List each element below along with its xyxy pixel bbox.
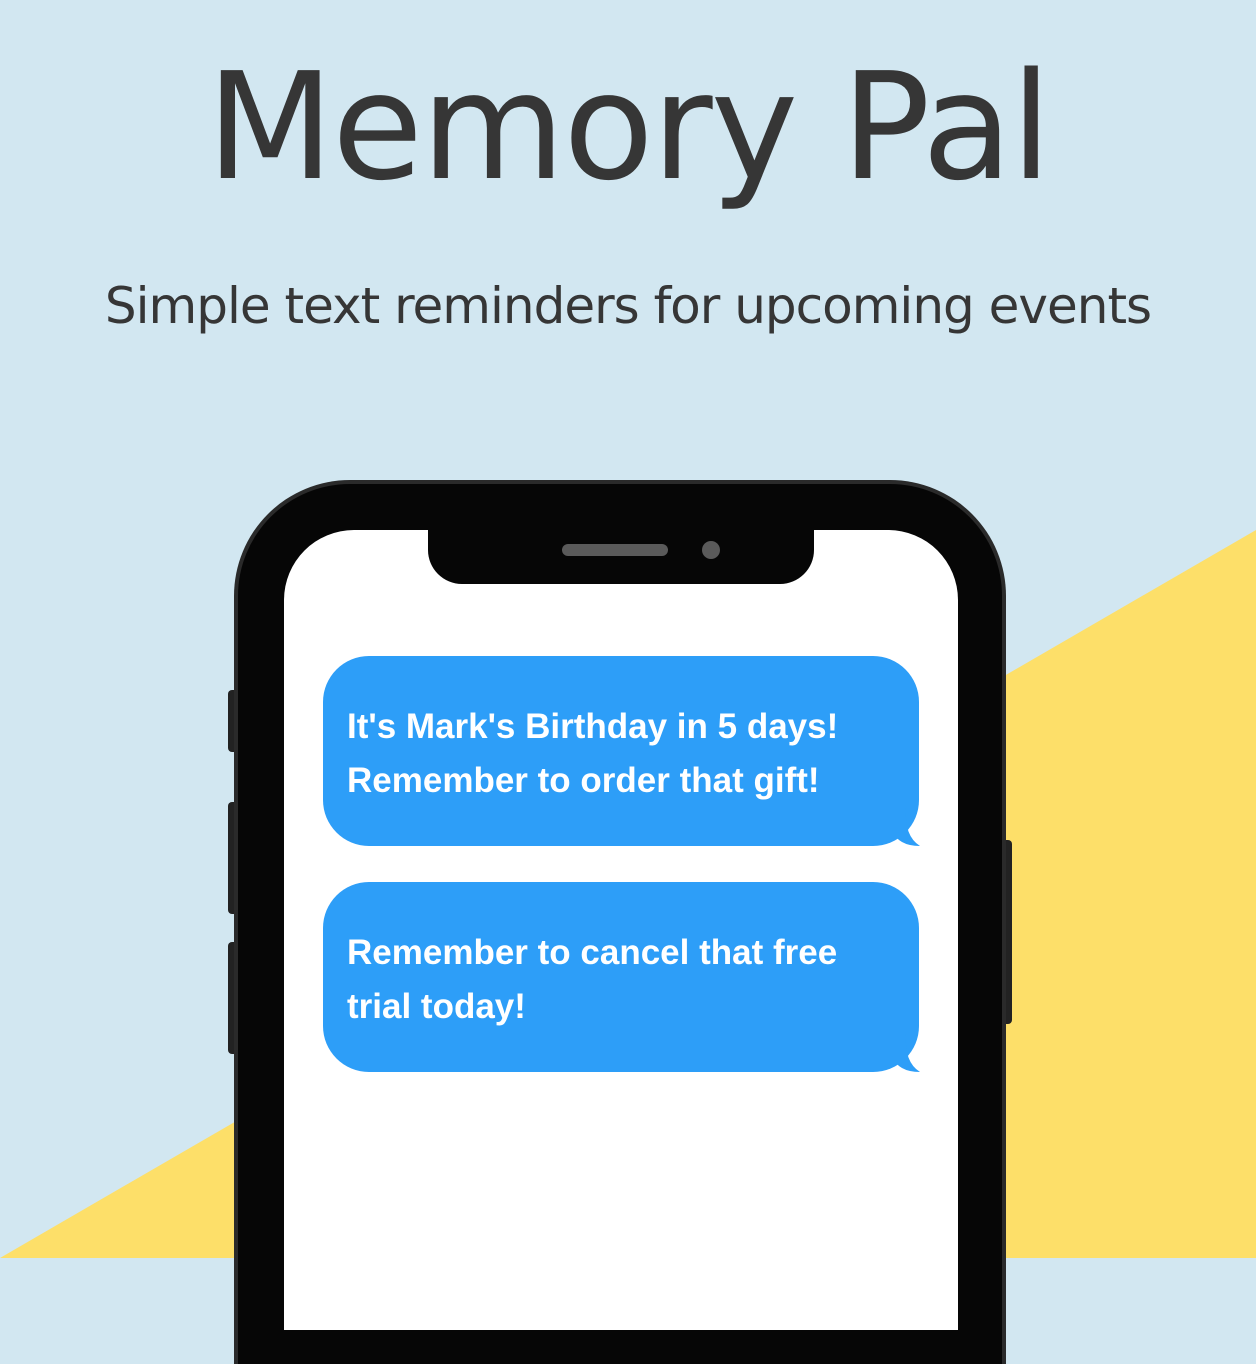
app-title: Memory Pal [206, 41, 1051, 213]
message-bubble[interactable]: Remember to cancel that free trial today… [323, 882, 919, 1072]
message-text: It's Mark's Birthday in 5 days! Remember… [347, 707, 839, 800]
message-bubble-tail [892, 1034, 920, 1072]
front-camera [702, 541, 720, 559]
speaker-grille [562, 544, 668, 556]
message-text: Remember to cancel that free trial today… [347, 933, 838, 1026]
app-subtitle: Simple text reminders for upcoming event… [104, 277, 1152, 335]
message-bubble-tail [892, 808, 920, 846]
message-bubble[interactable]: It's Mark's Birthday in 5 days! Remember… [323, 656, 919, 846]
